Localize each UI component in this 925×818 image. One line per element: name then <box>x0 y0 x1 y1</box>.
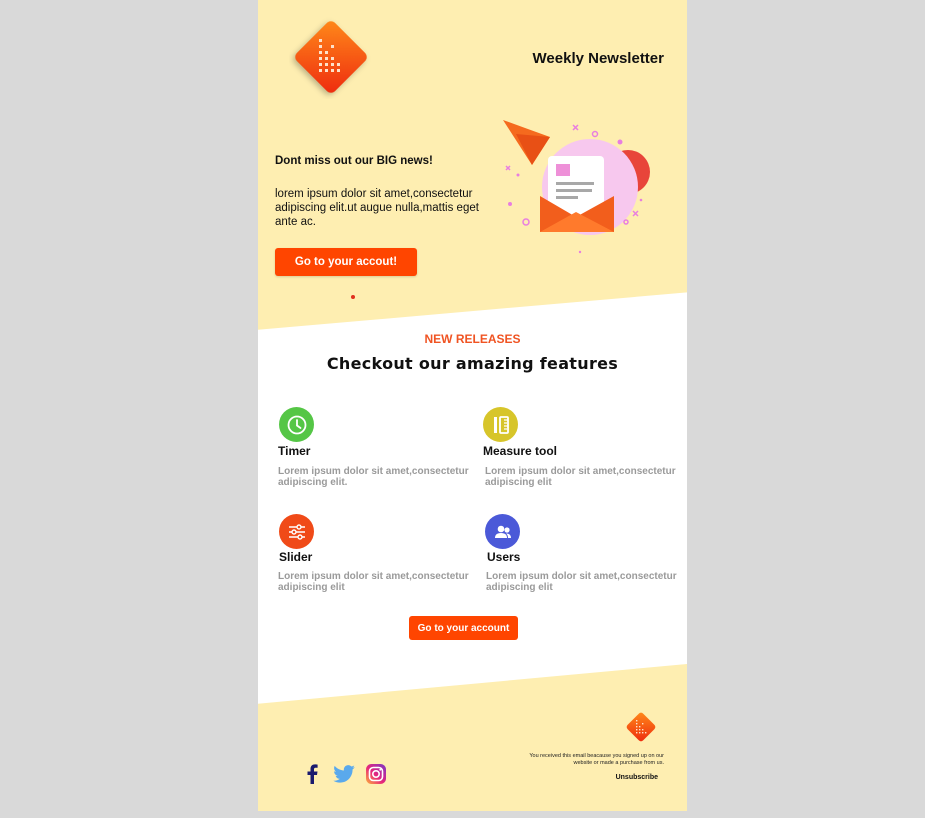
instagram-icon[interactable] <box>365 763 387 785</box>
brand-logo-small <box>626 712 656 742</box>
measure-icon <box>483 407 518 442</box>
envelope-illustration <box>503 120 650 254</box>
footer-background <box>258 664 687 811</box>
facebook-icon[interactable] <box>301 763 323 785</box>
feature-title-slider: Slider <box>279 550 313 564</box>
go-to-account-button-secondary[interactable]: Go to your account <box>409 616 518 640</box>
unsubscribe-link[interactable]: Unsubscribe <box>588 774 658 781</box>
carousel-dot[interactable] <box>351 295 355 299</box>
brand-logo <box>295 21 367 93</box>
feature-desc-users: Lorem ipsum dolor sit amet,consectetur a… <box>486 571 677 593</box>
clock-icon <box>279 407 314 442</box>
feature-desc-slider: Lorem ipsum dolor sit amet,consectetur a… <box>278 571 469 593</box>
feature-title-users: Users <box>487 550 521 564</box>
newsletter-email: Weekly Newsletter Dont miss out our BIG … <box>258 0 687 811</box>
feature-desc-timer: Lorem ipsum dolor sit amet,consectetur a… <box>278 466 469 488</box>
sliders-icon <box>279 514 314 549</box>
hero-body-text: lorem ipsum dolor sit amet,consectetur a… <box>275 188 479 228</box>
hero-heading: Dont miss out our BIG news! <box>275 155 433 167</box>
feature-title-timer: Timer <box>278 444 311 458</box>
go-to-account-button[interactable]: Go to your accout! <box>275 248 417 276</box>
feature-desc-measure-tool: Lorem ipsum dolor sit amet,consectetur a… <box>485 466 676 488</box>
footer-note: You received this email beacause you sig… <box>529 753 664 766</box>
users-icon <box>485 514 520 549</box>
twitter-icon[interactable] <box>333 763 355 785</box>
features-title: Checkout our amazing features <box>326 354 619 373</box>
feature-title-measure-tool: Measure tool <box>483 444 558 458</box>
new-releases-label: NEW RELEASES <box>424 332 521 346</box>
newsletter-title: Weekly Newsletter <box>532 50 664 67</box>
